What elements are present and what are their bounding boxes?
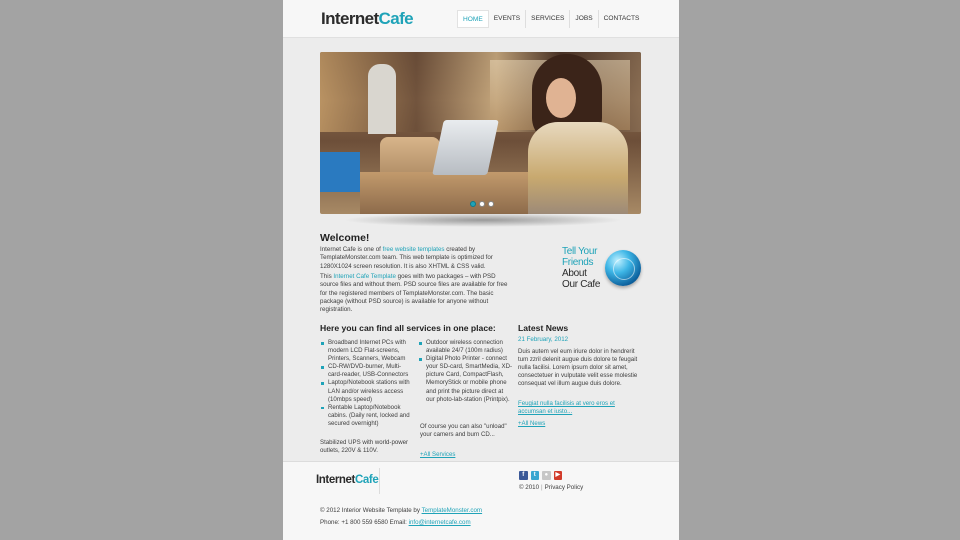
footer-logo[interactable]: InternetCafe — [316, 474, 379, 486]
hero-photo-woman-body — [528, 122, 628, 214]
footer: InternetCafe f t ● ▶ © 2010 | Privacy Poli… — [283, 461, 679, 540]
free-templates-link[interactable]: free website templates — [383, 246, 445, 253]
nav-events[interactable]: EVENTS — [489, 10, 527, 28]
news-text: Duis autem vel eum iriure dolor in hendr… — [518, 348, 638, 388]
services-list-left: Broadband Internet PCs with modern LCD F… — [320, 339, 412, 428]
services-list-right: Outdoor wireless connection available 24… — [418, 339, 513, 404]
footer-phone-text: Phone: +1 800 559 6580 Email: — [320, 519, 409, 526]
slider-dot-3[interactable] — [488, 201, 494, 207]
list-item: CD-RW/DVD-burner, Multi-card-reader, USB… — [320, 363, 412, 379]
footer-logo-accent: Cafe — [354, 474, 379, 486]
all-services-link[interactable]: +All Services — [420, 451, 455, 459]
footer-year: © 2010 — [519, 484, 540, 491]
news-date: 21 February, 2012 — [518, 336, 569, 343]
footer-logo-text: Internet — [316, 474, 355, 486]
main-nav: HOME EVENTS SERVICES JOBS CONTACTS — [457, 10, 644, 28]
privacy-policy-link[interactable]: Privacy Policy — [545, 484, 584, 491]
logo[interactable]: InternetCafe — [321, 9, 414, 29]
page-container: InternetCafe HOME EVENTS SERVICES JOBS C… — [283, 0, 679, 540]
hero-slider[interactable] — [320, 52, 641, 214]
list-item: Rentable Laptop/Notebook cabins. (Daily … — [320, 404, 412, 428]
hero-photo-passerby — [368, 64, 396, 134]
logo-accent-text: Cafe — [378, 9, 414, 28]
picasa-icon[interactable]: ● — [542, 471, 551, 480]
footer-divider — [379, 468, 380, 494]
hero-photo-shopping-bag — [320, 152, 360, 192]
email-link[interactable]: info@internetcafe.com — [409, 519, 471, 526]
news-heading: Latest News — [518, 323, 569, 333]
nav-contacts[interactable]: CONTACTS — [599, 10, 645, 28]
twitter-icon[interactable]: t — [530, 471, 539, 480]
list-item: Laptop/Notebook stations with LAN and/or… — [320, 379, 412, 403]
social-links: f t ● ▶ — [519, 471, 562, 480]
services-note-right: Of course you can also "unload" your cam… — [420, 423, 507, 439]
nav-services[interactable]: SERVICES — [526, 10, 571, 28]
footer-pipe: | — [541, 484, 543, 491]
templatemonster-link[interactable]: TemplateMonster.com — [422, 507, 483, 514]
services-heading: Here you can find all services in one pl… — [320, 323, 496, 333]
footer-credit-text: © 2012 Interior Website Template by — [320, 507, 422, 514]
list-item: Digital Photo Printer - connect your SD-… — [418, 355, 513, 404]
facebook-icon[interactable]: f — [519, 471, 528, 480]
news-more-link[interactable]: Feugiat nulla facilisis at vero eros et … — [518, 400, 640, 416]
slider-shadow — [343, 213, 623, 227]
hero-photo-laptop — [432, 120, 499, 175]
hero-photo-woman-face — [546, 78, 576, 118]
all-news-link[interactable]: +All News — [518, 420, 545, 428]
youtube-icon[interactable]: ▶ — [553, 471, 562, 480]
welcome-p1-text-a: Internet Cafe is one of — [320, 246, 383, 253]
header: InternetCafe HOME EVENTS SERVICES JOBS C… — [283, 0, 679, 38]
footer-contact: Phone: +1 800 559 6580 Email: info@inter… — [320, 519, 471, 526]
slider-dot-2[interactable] — [479, 201, 485, 207]
welcome-paragraph-1: Internet Cafe is one of free website tem… — [320, 246, 510, 271]
template-link[interactable]: Internet Cafe Template — [333, 273, 395, 280]
slider-pagination — [470, 201, 494, 207]
footer-credit: © 2012 Interior Website Template by Temp… — [320, 507, 482, 514]
footer-copyright: © 2010 | Privacy Policy — [519, 484, 583, 491]
list-item: Broadband Internet PCs with modern LCD F… — [320, 339, 412, 363]
nav-home[interactable]: HOME — [457, 10, 489, 28]
globe-icon[interactable] — [605, 250, 641, 286]
welcome-paragraph-2: This Internet Cafe Template goes with tw… — [320, 273, 510, 314]
list-item: Outdoor wireless connection available 24… — [418, 339, 513, 355]
nav-jobs[interactable]: JOBS — [570, 10, 599, 28]
logo-text: Internet — [321, 9, 379, 28]
welcome-p2-text-a: This — [320, 273, 334, 280]
slider-dot-1[interactable] — [470, 201, 476, 207]
welcome-heading: Welcome! — [320, 232, 370, 244]
services-note-left: Stabilized UPS with world-power outlets,… — [320, 439, 409, 455]
